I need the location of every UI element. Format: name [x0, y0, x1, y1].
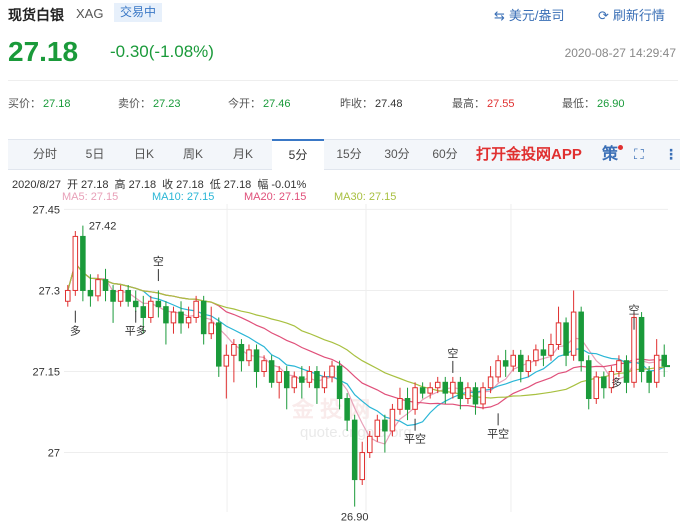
candle-up: [65, 289, 71, 302]
candle-up: [306, 371, 313, 383]
candle-down: [578, 311, 584, 362]
candle-down: [351, 419, 358, 481]
candle-down: [336, 365, 343, 400]
candle-up: [412, 387, 418, 410]
candle-down: [314, 371, 320, 389]
candle-up: [616, 360, 622, 373]
candle-down: [540, 349, 547, 356]
candle-down: [623, 360, 630, 383]
candle-up: [465, 387, 471, 400]
candle-up: [321, 376, 328, 389]
candle-up: [653, 354, 660, 383]
candle-down: [110, 289, 116, 302]
candle-down: [404, 398, 411, 410]
candle-up: [148, 300, 154, 318]
signal-marker: 多: [70, 324, 81, 338]
min-price-label: 26.90: [341, 512, 369, 524]
candle-down: [563, 322, 569, 356]
candle-down: [125, 289, 131, 302]
candle-up: [261, 360, 267, 373]
candle-down: [601, 376, 607, 389]
signal-marker: 平多: [125, 324, 147, 338]
candle-down: [419, 387, 426, 394]
candle-up: [223, 354, 230, 367]
signal-marker: 平空: [404, 432, 426, 446]
candle-up: [495, 360, 501, 378]
signal-marker: 多: [611, 375, 622, 389]
candle-up: [487, 376, 494, 389]
candle-down: [132, 300, 139, 308]
max-price-label: 27.42: [89, 221, 117, 233]
candle-up: [593, 376, 600, 400]
candle-up: [276, 371, 282, 383]
candle-up: [450, 381, 456, 394]
candle-up: [291, 376, 298, 389]
candle-up: [533, 349, 539, 362]
candle-up: [329, 365, 335, 378]
candle-up: [231, 343, 237, 356]
candle-up: [570, 311, 577, 356]
candle-up: [170, 311, 177, 324]
candle-down: [87, 289, 94, 297]
candle-down: [457, 381, 464, 400]
candle-up: [367, 435, 373, 454]
candle-down: [200, 300, 207, 335]
candle-down: [155, 300, 162, 308]
candle-up: [117, 289, 124, 302]
candle-up: [434, 381, 441, 389]
candlestick-chart: 27.4527.327.152727.4226.90多 平多空平空空平空多空: [32, 204, 670, 524]
candle-down: [382, 419, 388, 432]
candle-up: [510, 354, 516, 367]
candle-up: [246, 349, 252, 362]
candle-up: [374, 419, 381, 437]
y-tick-label: 27.15: [32, 367, 60, 379]
candle-down: [502, 360, 509, 367]
signal-marker: 空: [153, 254, 164, 268]
candle-down: [472, 387, 479, 405]
y-tick-label: 27.45: [32, 204, 60, 216]
candle-up: [95, 279, 101, 297]
candle-down: [253, 349, 260, 373]
candle-up: [548, 343, 554, 356]
candle-down: [80, 235, 86, 291]
candle-up: [555, 322, 562, 345]
candle-down: [163, 306, 169, 324]
candle-up: [193, 300, 199, 318]
y-tick-label: 27: [48, 448, 60, 460]
candle-up: [480, 387, 486, 405]
candle-down: [442, 381, 449, 394]
candle-down: [102, 279, 109, 291]
candle-down: [518, 354, 524, 373]
candle-down: [344, 398, 350, 421]
candle-up: [208, 322, 214, 335]
signal-marker: 平空: [487, 426, 509, 440]
signal-marker: 空: [447, 346, 458, 360]
signal-marker: 空: [629, 303, 640, 317]
candle-down: [646, 371, 652, 383]
candle-down: [283, 371, 290, 389]
candle-down: [178, 311, 184, 324]
candle-up: [397, 398, 403, 410]
candle-up: [389, 408, 396, 432]
y-tick-label: 27.3: [39, 285, 60, 297]
candle-up: [185, 316, 192, 324]
candle-up: [359, 452, 365, 481]
candle-up: [525, 360, 532, 373]
candle-down: [638, 316, 645, 373]
candle-down: [216, 322, 222, 367]
candle-down: [238, 343, 245, 362]
candle-down: [268, 360, 275, 383]
candle-down: [585, 360, 592, 400]
candle-down: [140, 306, 147, 318]
candle-up: [427, 387, 433, 394]
candle-down: [661, 354, 667, 367]
candle-down: [299, 376, 305, 383]
candle-up: [72, 235, 79, 291]
